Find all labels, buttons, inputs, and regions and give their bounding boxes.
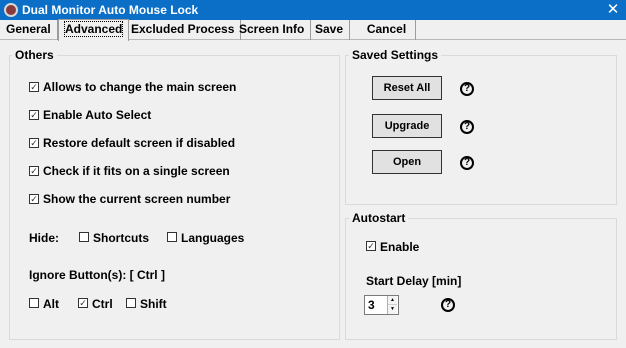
hide-label: Hide: — [29, 231, 59, 245]
window-title: Dual Monitor Auto Mouse Lock — [22, 3, 199, 17]
tab-excluded-process[interactable]: Excluded Process — [125, 20, 242, 40]
tab-cancel[interactable]: Cancel — [358, 20, 416, 40]
others-title: Others — [12, 48, 57, 62]
label-ignore-ctrl: Ctrl — [92, 297, 113, 311]
label-ignore-shift: Shift — [140, 297, 167, 311]
help-icon-reset-all[interactable]: ? — [460, 82, 474, 96]
saved-settings-title: Saved Settings — [349, 48, 442, 62]
check-mark-icon: ✓ — [30, 194, 38, 204]
help-icon-upgrade[interactable]: ? — [460, 120, 474, 134]
open-button[interactable]: Open — [372, 150, 442, 174]
check-mark-icon: ✓ — [79, 298, 87, 308]
autostart-title: Autostart — [349, 211, 409, 225]
check-mark-icon: ✓ — [30, 166, 38, 176]
label-ignore-alt: Alt — [43, 297, 59, 311]
start-delay-value[interactable]: 3 — [368, 298, 375, 312]
start-delay-stepper[interactable]: 3 ▲ ▼ — [364, 295, 399, 315]
checkbox-ignore-shift[interactable] — [126, 298, 136, 308]
close-button[interactable]: ✕ — [600, 0, 626, 20]
help-icon-start-delay[interactable]: ? — [441, 298, 455, 312]
spin-up-icon[interactable]: ▲ — [388, 296, 397, 305]
tab-advanced-label: Advanced — [63, 21, 124, 37]
check-mark-icon: ✓ — [30, 82, 38, 92]
reset-all-button[interactable]: Reset All — [372, 76, 442, 100]
checkbox-enable-auto-select[interactable]: ✓ — [29, 110, 39, 120]
check-mark-icon: ✓ — [30, 138, 38, 148]
label-hide-shortcuts: Shortcuts — [93, 231, 150, 245]
tab-save[interactable]: Save — [309, 20, 351, 40]
label-check-single-screen: Check if it fits on a single screen — [43, 164, 230, 178]
upgrade-button[interactable]: Upgrade — [372, 114, 442, 138]
checkbox-hide-shortcuts[interactable] — [79, 232, 89, 242]
label-enable-auto-select: Enable Auto Select — [43, 108, 152, 122]
help-icon-open[interactable]: ? — [460, 156, 474, 170]
check-mark-icon: ✓ — [30, 110, 38, 120]
app-icon — [4, 3, 18, 17]
tab-general[interactable]: General — [0, 20, 58, 40]
checkbox-ignore-ctrl[interactable]: ✓ — [78, 298, 88, 308]
label-hide-languages: Languages — [181, 231, 245, 245]
checkbox-restore-default-screen[interactable]: ✓ — [29, 138, 39, 148]
checkbox-check-single-screen[interactable]: ✓ — [29, 166, 39, 176]
start-delay-label: Start Delay [min] — [366, 274, 462, 288]
label-restore-default-screen: Restore default screen if disabled — [43, 136, 236, 150]
checkbox-hide-languages[interactable] — [167, 232, 177, 242]
label-autostart-enable: Enable — [380, 240, 420, 254]
ignore-buttons-label: Ignore Button(s): [ Ctrl ] — [29, 268, 165, 282]
tab-screen-info[interactable]: Screen Info — [233, 20, 312, 40]
check-mark-icon: ✓ — [367, 241, 375, 251]
checkbox-show-screen-number[interactable]: ✓ — [29, 194, 39, 204]
checkbox-autostart-enable[interactable]: ✓ — [366, 241, 376, 251]
spin-buttons: ▲ ▼ — [387, 296, 397, 314]
checkbox-ignore-alt[interactable] — [29, 298, 39, 308]
label-show-screen-number: Show the current screen number — [43, 192, 231, 206]
label-change-main-screen: Allows to change the main screen — [43, 80, 237, 94]
spin-down-icon[interactable]: ▼ — [388, 305, 397, 314]
tab-advanced[interactable]: Advanced — [58, 19, 130, 41]
checkbox-change-main-screen[interactable]: ✓ — [29, 82, 39, 92]
